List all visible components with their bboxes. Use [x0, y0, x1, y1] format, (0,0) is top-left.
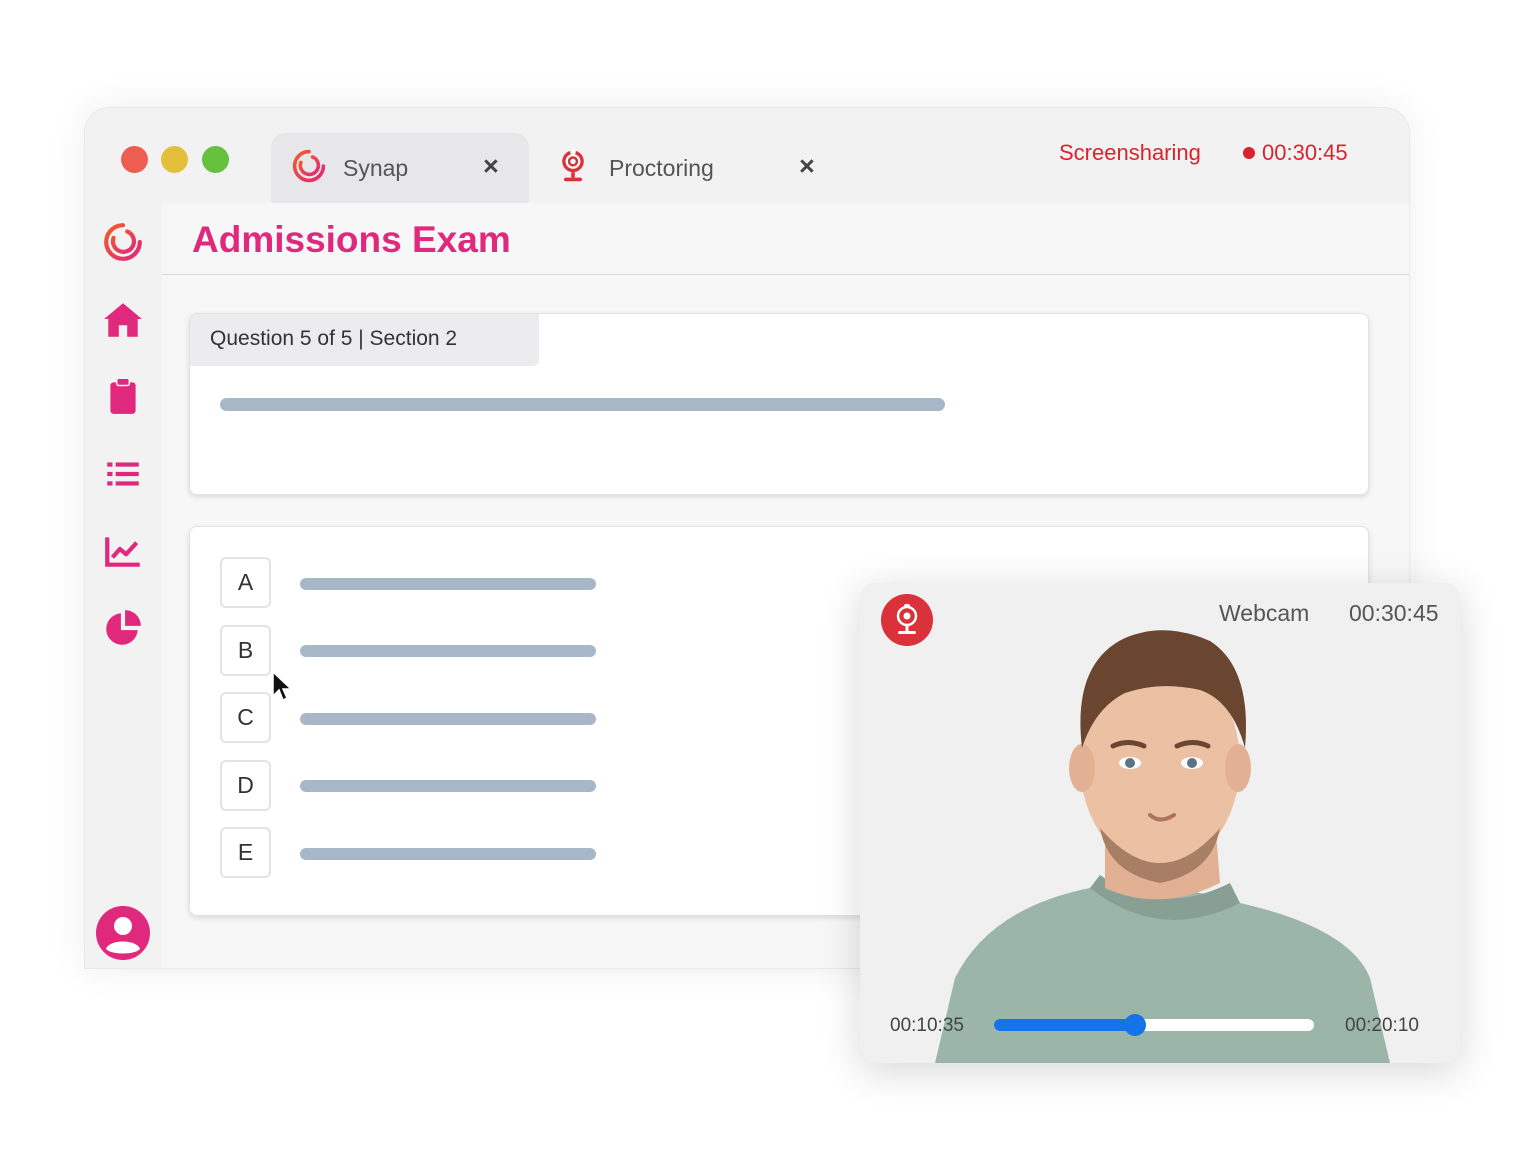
clipboard-icon[interactable] — [102, 375, 144, 417]
page-header: Admissions Exam — [162, 203, 1409, 275]
user-avatar-icon[interactable] — [95, 905, 151, 961]
proctoring-webcam-icon — [881, 594, 933, 646]
synap-logo-icon — [292, 149, 326, 183]
option-a-text-placeholder — [300, 578, 596, 590]
question-card: Question 5 of 5 | Section 2 — [189, 313, 1369, 495]
proctoring-webcam-icon — [562, 149, 584, 182]
pie-chart-icon[interactable] — [102, 607, 144, 649]
page-title: Admissions Exam — [192, 219, 511, 260]
webcam-label: Webcam — [1219, 600, 1310, 626]
playback-end-time: 00:20:10 — [1345, 1015, 1419, 1036]
playback-scrubber-handle[interactable] — [1123, 1014, 1146, 1036]
option-d-button[interactable]: D — [220, 760, 271, 811]
option-a-button[interactable]: A — [220, 557, 271, 608]
playback-progress-fill — [994, 1019, 1135, 1031]
option-c-text-placeholder — [300, 713, 596, 725]
question-tag: Question 5 of 5 | Section 2 — [190, 314, 539, 366]
screensharing-status: Screensharing — [1059, 140, 1201, 165]
maximize-window-button[interactable] — [202, 146, 229, 173]
list-icon[interactable] — [102, 453, 144, 495]
option-d-text-placeholder — [300, 780, 596, 792]
question-text-placeholder — [220, 398, 945, 411]
close-tab-icon[interactable]: × — [799, 153, 815, 180]
webcam-panel: Webcam 00:30:45 00:10:35 00:20:10 — [860, 583, 1460, 1063]
playback-current-time: 00:10:35 — [890, 1015, 964, 1036]
line-chart-icon[interactable] — [102, 529, 144, 571]
recording-indicator: 00:30:45 — [1243, 140, 1348, 166]
title-bar: Synap × Proctoring × Screensharing 00:30… — [85, 108, 1409, 203]
option-b-text-placeholder — [300, 645, 596, 657]
close-window-button[interactable] — [121, 146, 148, 173]
tab-label: Synap — [343, 155, 409, 181]
playback-progress-bar[interactable] — [994, 1014, 1314, 1036]
tab-proctoring[interactable]: Proctoring × — [541, 133, 841, 203]
minimize-window-button[interactable] — [161, 146, 188, 173]
option-e-button[interactable]: E — [220, 827, 271, 878]
option-b-button[interactable]: B — [220, 625, 271, 676]
webcam-time: 00:30:45 — [1349, 600, 1439, 626]
home-icon[interactable] — [102, 299, 144, 341]
option-e-text-placeholder — [300, 848, 596, 860]
close-tab-icon[interactable]: × — [483, 153, 499, 180]
sidebar — [85, 203, 162, 968]
synap-logo-icon[interactable] — [102, 221, 144, 263]
record-dot-icon — [1243, 147, 1255, 159]
option-c-button[interactable]: C — [220, 692, 271, 743]
recording-time: 00:30:45 — [1262, 140, 1348, 165]
webcam-video-feed — [860, 583, 1460, 1063]
tab-label: Proctoring — [609, 155, 714, 181]
mouse-cursor-icon — [272, 670, 293, 702]
tab-synap[interactable]: Synap × — [271, 133, 529, 203]
